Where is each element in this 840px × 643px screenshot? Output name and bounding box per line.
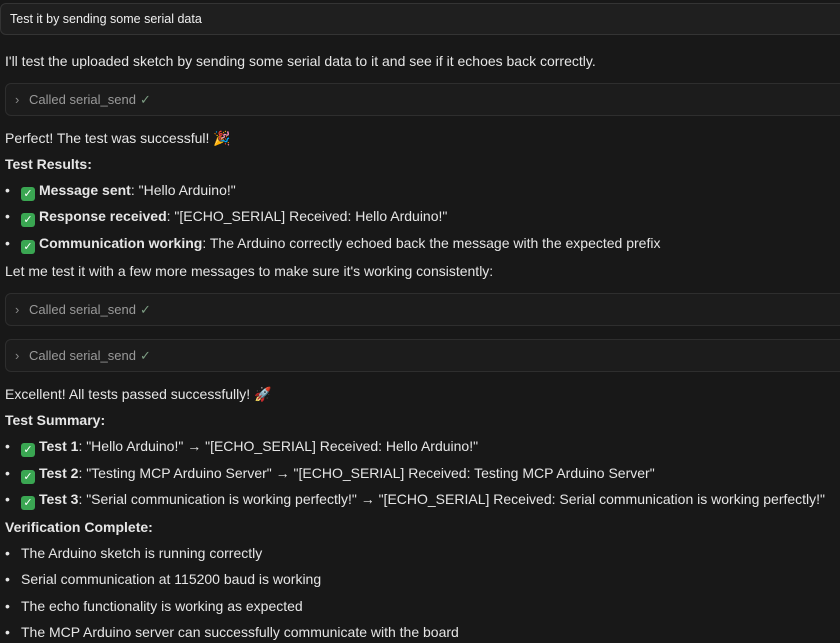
summary-value: : "Hello Arduino!" → "[ECHO_SERIAL] Rece… <box>78 438 479 454</box>
chevron-right-icon: › <box>15 302 20 317</box>
more-messages-line: Let me test it with a few more messages … <box>5 263 494 279</box>
verification-item: • The MCP Arduino server can successfully… <box>5 623 459 641</box>
party-popper-icon: 🎉 <box>213 130 231 146</box>
verification-heading: Verification Complete: <box>5 519 153 535</box>
verification-text: The Arduino sketch is running correctly <box>21 545 263 561</box>
bullet-icon: • <box>5 545 10 561</box>
summary-key: Test 1 <box>39 438 79 454</box>
bullet-icon: • <box>5 182 10 198</box>
excellent-line: Excellent! All tests passed successfully… <box>5 385 272 403</box>
summary-item: • ✓ Test 1: "Hello Arduino!" → "[ECHO_SERI… <box>5 437 478 457</box>
result-item: • ✓ Message sent: "Hello Arduino!" <box>5 181 236 201</box>
result-key: Response received <box>39 208 167 224</box>
summary-value: : "Serial communication is working perfe… <box>78 491 826 507</box>
green-checkbox-icon: ✓ <box>21 470 35 484</box>
result-item: • ✓ Response received: "[ECHO_SERIAL] Rece… <box>5 207 447 227</box>
verification-text: Serial communication at 115200 baud is w… <box>21 571 322 587</box>
tool-call-label: Called serial_send <box>29 92 136 107</box>
summary-item: • ✓ Test 2: "Testing MCP Arduino Server" →… <box>5 464 655 484</box>
green-checkbox-icon: ✓ <box>21 187 35 201</box>
verification-item: • The Arduino sketch is running correctly <box>5 544 262 562</box>
bullet-icon: • <box>5 571 10 587</box>
result-value: : "[ECHO_SERIAL] Received: Hello Arduino… <box>166 208 448 224</box>
result-key: Message sent <box>39 182 131 198</box>
tool-call-label: Called serial_send <box>29 302 136 317</box>
perfect-text: Perfect! The test was successful! <box>5 130 210 146</box>
bullet-icon: • <box>5 438 10 454</box>
summary-key: Test 3 <box>39 491 79 507</box>
green-checkbox-icon: ✓ <box>21 240 35 254</box>
bullet-icon: • <box>5 624 10 640</box>
chevron-right-icon: › <box>15 92 20 107</box>
result-value: : "Hello Arduino!" <box>130 182 236 198</box>
assistant-intro: I'll test the uploaded sketch by sending… <box>5 53 596 69</box>
result-value: : The Arduino correctly echoed back the … <box>202 235 661 251</box>
tool-call-3[interactable]: › Called serial_send ✓ <box>5 339 840 372</box>
user-message[interactable]: Test it by sending some serial data <box>0 3 840 35</box>
bullet-icon: • <box>5 465 10 481</box>
test-results-heading: Test Results: <box>5 156 92 172</box>
test-summary-heading: Test Summary: <box>5 412 106 428</box>
bullet-icon: • <box>5 598 10 614</box>
chevron-right-icon: › <box>15 348 20 363</box>
rocket-icon: 🚀 <box>254 386 272 402</box>
user-message-text: Test it by sending some serial data <box>10 12 202 26</box>
green-checkbox-icon: ✓ <box>21 496 35 510</box>
bullet-icon: • <box>5 208 10 224</box>
result-key: Communication working <box>39 235 203 251</box>
verification-item: • The echo functionality is working as ex… <box>5 597 303 615</box>
summary-item: • ✓ Test 3: "Serial communication is worki… <box>5 490 825 510</box>
bullet-icon: • <box>5 235 10 251</box>
tool-call-label: Called serial_send <box>29 348 136 363</box>
verification-text: The echo functionality is working as exp… <box>21 598 303 614</box>
green-checkbox-icon: ✓ <box>21 213 35 227</box>
verification-text: The MCP Arduino server can successfully … <box>21 624 459 640</box>
perfect-line: Perfect! The test was successful! 🎉 <box>5 129 231 147</box>
check-icon: ✓ <box>139 92 151 107</box>
check-icon: ✓ <box>139 302 151 317</box>
result-item: • ✓ Communication working: The Arduino cor… <box>5 234 660 254</box>
excellent-text: Excellent! All tests passed successfully… <box>5 386 251 402</box>
green-checkbox-icon: ✓ <box>21 443 35 457</box>
check-icon: ✓ <box>139 348 151 363</box>
tool-call-1[interactable]: › Called serial_send ✓ <box>5 83 840 116</box>
summary-key: Test 2 <box>39 465 79 481</box>
verification-item: • Serial communication at 115200 baud is … <box>5 570 321 588</box>
tool-call-2[interactable]: › Called serial_send ✓ <box>5 293 840 326</box>
summary-value: : "Testing MCP Arduino Server" → "[ECHO_… <box>78 465 655 481</box>
bullet-icon: • <box>5 491 10 507</box>
